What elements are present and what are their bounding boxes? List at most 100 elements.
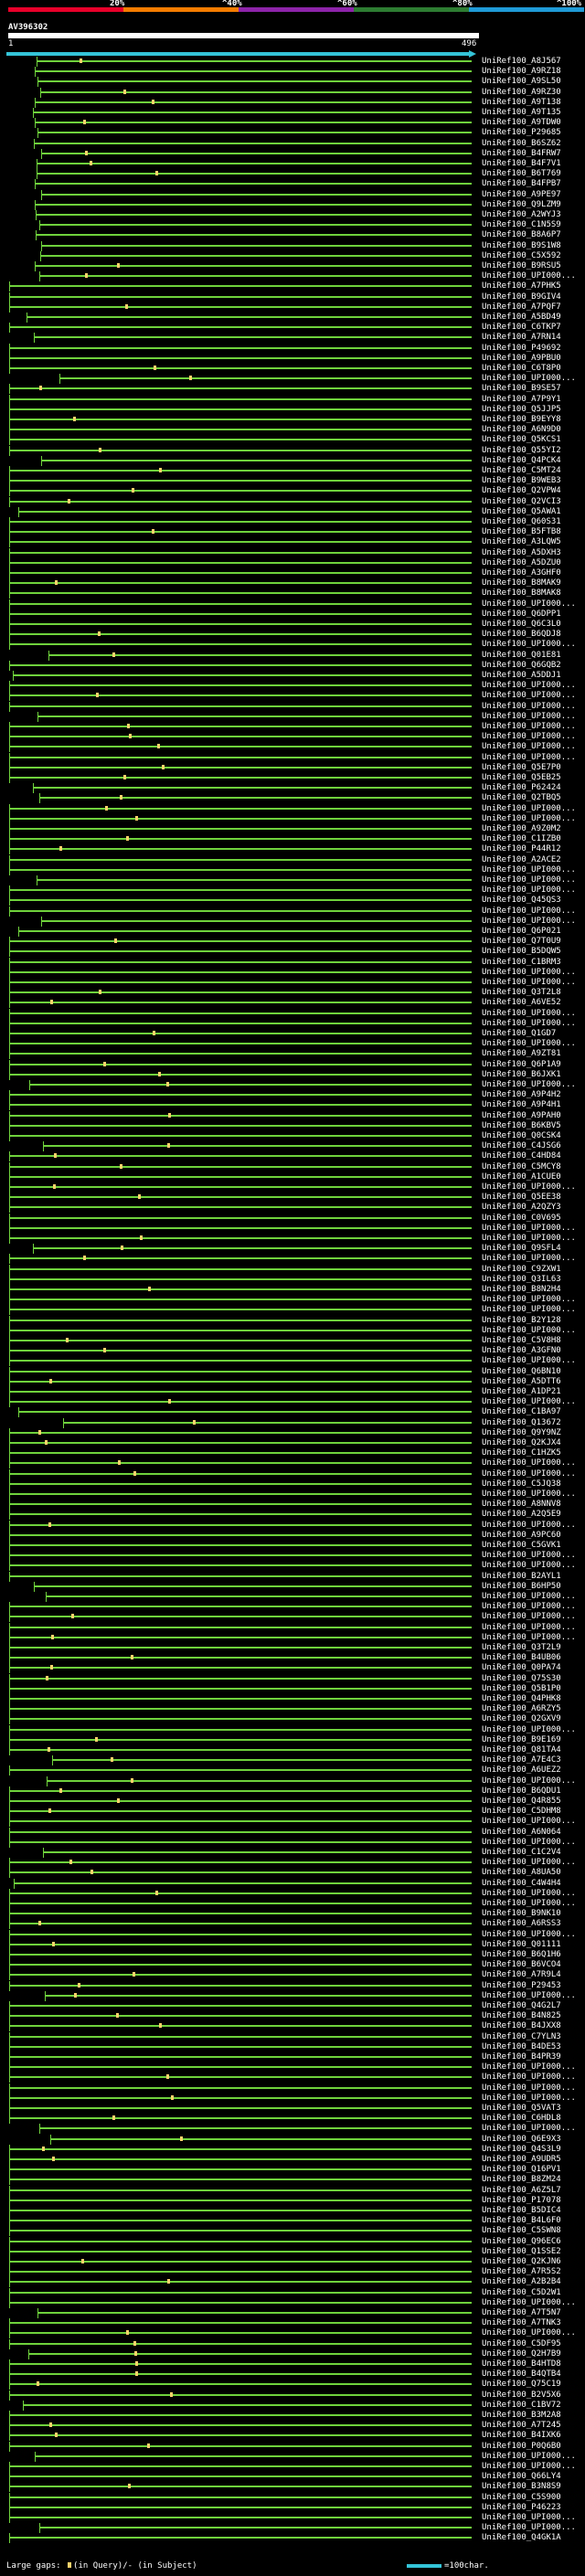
hit-label[interactable]: UniRef100_UPI000... xyxy=(482,753,576,763)
hit-label[interactable]: UniRef100_Q9LZM9 xyxy=(482,200,561,210)
hit-label[interactable]: UniRef100_B5FTB8 xyxy=(482,527,561,537)
hit-label[interactable]: UniRef100_Q75S30 xyxy=(482,1674,561,1684)
hit-label[interactable]: UniRef100_UPI000... xyxy=(482,978,576,988)
hit-label[interactable]: UniRef100_C5X592 xyxy=(482,251,561,261)
hit-label[interactable]: UniRef100_UPI000... xyxy=(482,374,576,384)
hit-label[interactable]: UniRef100_B9RSU5 xyxy=(482,261,561,271)
hit-label[interactable]: UniRef100_A9ZT81 xyxy=(482,1049,561,1059)
hit-label[interactable]: UniRef100_B4PR39 xyxy=(482,2052,561,2062)
hit-label[interactable]: UniRef100_Q3T2L9 xyxy=(482,1643,561,1653)
hit-label[interactable]: UniRef100_B8MAK9 xyxy=(482,578,561,588)
hit-label[interactable]: UniRef100_UPI000... xyxy=(482,1858,576,1868)
hit-label[interactable]: UniRef100_B9S1W8 xyxy=(482,241,561,251)
hit-label[interactable]: UniRef100_Q01111 xyxy=(482,1940,561,1950)
hit-label[interactable]: UniRef100_UPI000... xyxy=(482,681,576,691)
hit-label[interactable]: UniRef100_Q9Y9NZ xyxy=(482,1428,561,1438)
hit-label[interactable]: UniRef100_UPI000... xyxy=(482,1397,576,1407)
hit-label[interactable]: UniRef100_Q5B1P0 xyxy=(482,1684,561,1694)
hit-label[interactable]: UniRef100_B9SE57 xyxy=(482,384,561,394)
hit-label[interactable]: UniRef100_C1C2V4 xyxy=(482,1848,561,1858)
hit-label[interactable]: UniRef100_C1N5S9 xyxy=(482,220,561,230)
hit-label[interactable]: UniRef100_B9WEB3 xyxy=(482,476,561,486)
hit-label[interactable]: UniRef100_A6RSS3 xyxy=(482,1919,561,1929)
hit-label[interactable]: UniRef100_UPI000... xyxy=(482,1254,576,1264)
hit-label[interactable]: UniRef100_A7RN14 xyxy=(482,333,561,343)
hit-label[interactable]: UniRef100_B4FRW7 xyxy=(482,149,561,159)
hit-label[interactable]: UniRef100_UPI000... xyxy=(482,917,576,927)
hit-label[interactable]: UniRef100_C6T8P0 xyxy=(482,364,561,374)
hit-label[interactable]: UniRef100_Q6DPP1 xyxy=(482,610,561,620)
hit-label[interactable]: UniRef100_UPI000... xyxy=(482,875,576,885)
hit-label[interactable]: UniRef100_UPI000... xyxy=(482,885,576,896)
hit-label[interactable]: UniRef100_B6JXK1 xyxy=(482,1070,561,1080)
hit-label[interactable]: UniRef100_A9SL50 xyxy=(482,77,561,87)
hit-label[interactable]: UniRef100_A1DP21 xyxy=(482,1387,561,1397)
hit-label[interactable]: UniRef100_C5S900 xyxy=(482,2493,561,2503)
hit-label[interactable]: UniRef100_UPI000... xyxy=(482,1356,576,1366)
hit-label[interactable]: UniRef100_UPI000... xyxy=(482,2452,576,2462)
hit-label[interactable]: UniRef100_Q5EB25 xyxy=(482,773,561,783)
hit-label[interactable]: UniRef100_UPI000... xyxy=(482,1039,576,1049)
hit-label[interactable]: UniRef100_B4UB06 xyxy=(482,1653,561,1663)
hit-label[interactable]: UniRef100_B6T769 xyxy=(482,169,561,179)
hit-label[interactable]: UniRef100_UPI000... xyxy=(482,1899,576,1909)
hit-label[interactable]: UniRef100_B4F7V1 xyxy=(482,159,561,169)
hit-label[interactable]: UniRef100_Q6GQB2 xyxy=(482,661,561,671)
hit-label[interactable]: UniRef100_B4QTB4 xyxy=(482,2369,561,2380)
hit-label[interactable]: UniRef100_UPI000... xyxy=(482,691,576,701)
hit-label[interactable]: UniRef100_A5DTT6 xyxy=(482,1377,561,1387)
hit-label[interactable]: UniRef100_Q5E7P0 xyxy=(482,763,561,773)
hit-label[interactable]: UniRef100_Q60S31 xyxy=(482,517,561,527)
hit-label[interactable]: UniRef100_Q5VAT3 xyxy=(482,2104,561,2114)
hit-label[interactable]: UniRef100_A7E4C3 xyxy=(482,1755,561,1765)
hit-label[interactable]: UniRef100_UPI000... xyxy=(482,814,576,824)
hit-label[interactable]: UniRef100_A5DDJ1 xyxy=(482,671,561,681)
hit-label[interactable]: UniRef100_UPI000... xyxy=(482,1080,576,1090)
hit-label[interactable]: UniRef100_B3M2A8 xyxy=(482,2411,561,2421)
hit-label[interactable]: UniRef100_UPI000... xyxy=(482,1234,576,1244)
hit-label[interactable]: UniRef100_B6QDJ8 xyxy=(482,630,561,640)
hit-label[interactable]: UniRef100_B3N8S9 xyxy=(482,2482,561,2492)
hit-label[interactable]: UniRef100_P17078 xyxy=(482,2196,561,2206)
hit-label[interactable]: UniRef100_C0V695 xyxy=(482,1214,561,1224)
hit-label[interactable]: UniRef100_B4L6F0 xyxy=(482,2216,561,2226)
hit-label[interactable]: UniRef100_A2B2B4 xyxy=(482,2277,561,2287)
hit-label[interactable]: UniRef100_A2QZY3 xyxy=(482,1203,561,1213)
hit-label[interactable]: UniRef100_A7P9Y1 xyxy=(482,395,561,405)
hit-label[interactable]: UniRef100_Q55YI2 xyxy=(482,446,561,456)
hit-label[interactable]: UniRef100_C4JSG6 xyxy=(482,1141,561,1151)
hit-label[interactable]: UniRef100_UPI000... xyxy=(482,1561,576,1571)
hit-label[interactable]: UniRef100_B4JXX8 xyxy=(482,2021,561,2031)
hit-label[interactable]: UniRef100_A9P4H2 xyxy=(482,1090,561,1100)
hit-label[interactable]: UniRef100_B4DE53 xyxy=(482,2042,561,2052)
hit-label[interactable]: UniRef100_B4IXK6 xyxy=(482,2431,561,2441)
hit-label[interactable]: UniRef100_Q2VCI3 xyxy=(482,497,561,507)
hit-label[interactable]: UniRef100_A7PQF7 xyxy=(482,302,561,313)
hit-label[interactable]: UniRef100_UPI000... xyxy=(482,1889,576,1899)
hit-label[interactable]: UniRef100_UPI000... xyxy=(482,1633,576,1643)
hit-label[interactable]: UniRef100_Q2KJX4 xyxy=(482,1438,561,1448)
hit-label[interactable]: UniRef100_UPI000... xyxy=(482,2298,576,2308)
hit-label[interactable]: UniRef100_Q45QS3 xyxy=(482,896,561,906)
hit-label[interactable]: UniRef100_C1BRM3 xyxy=(482,958,561,968)
hit-label[interactable]: UniRef100_P62424 xyxy=(482,783,561,793)
hit-label[interactable]: UniRef100_B6Q1H6 xyxy=(482,1950,561,1960)
hit-label[interactable]: UniRef100_UPI000... xyxy=(482,865,576,875)
hit-label[interactable]: UniRef100_Q75C19 xyxy=(482,2380,561,2390)
hit-label[interactable]: UniRef100_Q66LY4 xyxy=(482,2472,561,2482)
hit-label[interactable]: UniRef100_C5SWN8 xyxy=(482,2226,561,2236)
hit-label[interactable]: UniRef100_A8J567 xyxy=(482,57,561,67)
hit-label[interactable]: UniRef100_C5DF95 xyxy=(482,2339,561,2349)
hit-label[interactable]: UniRef100_A6RZY5 xyxy=(482,1704,561,1714)
hit-label[interactable]: UniRef100_UPI000... xyxy=(482,1489,576,1500)
hit-label[interactable]: UniRef100_P44R12 xyxy=(482,844,561,854)
hit-label[interactable]: UniRef100_Q4PCK4 xyxy=(482,456,561,466)
hit-label[interactable]: UniRef100_B8N2H4 xyxy=(482,1285,561,1295)
hit-label[interactable]: UniRef100_Q4S3L9 xyxy=(482,2145,561,2155)
hit-label[interactable]: UniRef100_Q4G2L7 xyxy=(482,2001,561,2011)
hit-label[interactable]: UniRef100_A9UDR5 xyxy=(482,2155,561,2165)
hit-label[interactable]: UniRef100_UPI000... xyxy=(482,1224,576,1234)
hit-label[interactable]: UniRef100_UPI000... xyxy=(482,1182,576,1193)
hit-label[interactable]: UniRef100_Q13672 xyxy=(482,1418,561,1428)
hit-label[interactable]: UniRef100_UPI000... xyxy=(482,2083,576,2094)
